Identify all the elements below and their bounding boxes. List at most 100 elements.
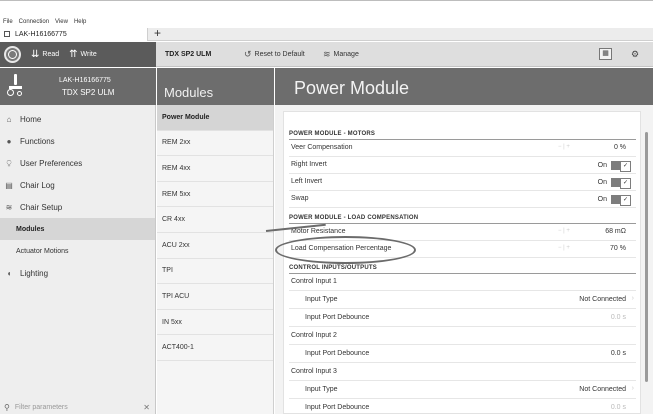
param-label: Veer Compensation <box>291 144 353 151</box>
param-value: 0.0 s <box>610 404 626 411</box>
connect-power-button[interactable] <box>4 46 21 63</box>
module-tpi[interactable]: TPI <box>157 259 273 285</box>
module-in-5xx[interactable]: IN 5xx <box>157 310 273 336</box>
param-row-ci1-debounce[interactable]: Input Port Debounce 0.0 s <box>289 310 636 327</box>
parameters-scrollbar[interactable] <box>645 132 648 382</box>
param-row-ci3-debounce[interactable]: Input Port Debounce 0.0 s <box>289 400 636 414</box>
toggle-state: On <box>597 196 607 203</box>
param-row-ci1-input-type[interactable]: Input Type Not Connected › <box>289 292 636 309</box>
sidebar-item-modules[interactable]: Modules <box>0 218 155 240</box>
param-row-right-invert[interactable]: Right Invert On <box>289 157 636 174</box>
modules-title: Modules <box>157 68 274 105</box>
menu-view[interactable]: View <box>55 17 68 27</box>
param-group-label: Control Input 3 <box>291 368 337 375</box>
device-serial: LAK-H16166775 <box>59 77 111 84</box>
module-act400-1[interactable]: ACT400-1 <box>157 335 273 361</box>
param-label: Input Port Debounce <box>305 350 370 357</box>
sidebar-item-actuator-motions[interactable]: Actuator Motions <box>0 240 155 262</box>
left-invert-toggle[interactable]: On <box>597 178 631 189</box>
wheelchair-icon <box>7 74 23 98</box>
sidebar-item-user-preferences[interactable]: ⍜ User Preferences <box>0 152 155 174</box>
stepper-minus-plus[interactable]: − | + <box>558 144 570 150</box>
device-card[interactable]: LAK-H16166775 TDX SP2 ULM <box>0 68 156 105</box>
toggle-switch[interactable] <box>611 178 631 189</box>
stepper-minus-plus[interactable]: − | + <box>558 228 570 234</box>
manage-button[interactable]: ≋ Manage <box>323 42 359 67</box>
param-label: Load Compensation Percentage <box>291 245 392 252</box>
chevron-right-icon: › <box>631 385 634 392</box>
param-group-label: Control Input 1 <box>291 278 337 285</box>
param-row-ci3-input-type[interactable]: Input Type Not Connected › <box>289 382 636 399</box>
param-row-veer-compensation[interactable]: Veer Compensation − | + 0 % <box>289 140 636 157</box>
sidebar-item-label: Functions <box>20 136 55 146</box>
sidebar-item-label: Lighting <box>20 268 49 278</box>
sidebar-nav: ⌂ Home ● Functions ⍜ User Preferences ▤ … <box>0 108 155 284</box>
sidebar-item-label: Home <box>20 114 42 124</box>
param-label: Motor Resistance <box>291 228 346 235</box>
sidebar-item-lighting[interactable]: ◖ Lighting <box>0 262 155 284</box>
read-button[interactable]: ⇊ Read <box>31 49 59 60</box>
device-model-label: TDX SP2 ULM <box>165 51 212 58</box>
param-label: Input Port Debounce <box>305 314 370 321</box>
param-value: 0.0 s <box>610 314 626 321</box>
param-value: 68 mΩ <box>605 228 626 235</box>
home-icon: ⌂ <box>6 114 12 124</box>
param-row-motor-resistance[interactable]: Motor Resistance − | + 68 mΩ <box>289 224 636 241</box>
toolbar: ⇊ Read ⇈ Write TDX SP2 ULM ↺ Reset to De… <box>0 42 653 67</box>
write-button[interactable]: ⇈ Write <box>69 49 97 60</box>
param-label: Input Type <box>305 386 338 393</box>
menu-bar: File Connection View Help <box>0 17 86 27</box>
module-rem-4xx[interactable]: REM 4xx <box>157 156 273 182</box>
settings-icon[interactable]: ⚙ <box>628 48 642 60</box>
param-group-control-input-1: Control Input 1 <box>289 274 636 291</box>
param-label: Swap <box>291 195 309 202</box>
stepper-minus-plus[interactable]: − | + <box>558 245 570 251</box>
tab-device[interactable]: LAK-H16166775 <box>0 28 148 41</box>
chair-tab-icon <box>4 31 10 37</box>
read-button-label: Read <box>42 51 60 58</box>
param-row-load-compensation-percentage[interactable]: Load Compensation Percentage − | + 70 % <box>289 241 636 258</box>
module-rem-5xx[interactable]: REM 5xx <box>157 182 273 208</box>
setup-icon: ≋ <box>5 202 13 212</box>
clear-filter-icon[interactable]: ✕ <box>143 403 150 412</box>
toggle-state: On <box>597 179 607 186</box>
parameters-area: POWER MODULE - MOTORS Veer Compensation … <box>275 105 653 414</box>
filter-parameters-input[interactable]: ⚲ Filter parameters ✕ <box>0 400 155 414</box>
param-row-ci2-debounce[interactable]: Input Port Debounce 0.0 s <box>289 346 636 363</box>
reset-icon: ↺ <box>244 49 252 59</box>
param-label: Input Type <box>305 296 338 303</box>
sidebar-item-home[interactable]: ⌂ Home <box>0 108 155 130</box>
right-invert-toggle[interactable]: On <box>597 161 631 172</box>
sidebar-item-chair-log[interactable]: ▤ Chair Log <box>0 174 155 196</box>
page-title: Power Module <box>275 68 653 105</box>
module-rem-2xx[interactable]: REM 2xx <box>157 131 273 157</box>
module-acu-2xx[interactable]: ACU 2xx <box>157 233 273 259</box>
log-icon: ▤ <box>5 180 13 190</box>
module-tpi-acu[interactable]: TPI ACU <box>157 284 273 310</box>
toggle-state: On <box>597 162 607 169</box>
sidebar-item-functions[interactable]: ● Functions <box>0 130 155 152</box>
menu-help[interactable]: Help <box>74 17 86 27</box>
tab-bar: LAK-H16166775 + <box>0 27 653 41</box>
sidebar-item-label: User Preferences <box>20 158 83 168</box>
module-power-module[interactable]: Power Module <box>157 105 273 131</box>
manage-label: Manage <box>333 51 359 58</box>
menu-connection[interactable]: Connection <box>19 17 49 27</box>
toolbar-actions: ⇊ Read ⇈ Write <box>0 42 156 67</box>
toggle-switch[interactable] <box>611 161 631 172</box>
reset-label: Reset to Default <box>254 51 305 58</box>
param-row-left-invert[interactable]: Left Invert On <box>289 174 636 191</box>
manage-icon: ≋ <box>323 49 331 59</box>
parameters-panel: POWER MODULE - MOTORS Veer Compensation … <box>283 111 641 414</box>
calendar-icon[interactable]: ▦ <box>599 48 612 60</box>
add-tab-button[interactable]: + <box>154 27 161 40</box>
modules-list: Power Module REM 2xx REM 4xx REM 5xx CR … <box>157 105 273 361</box>
toggle-switch[interactable] <box>611 195 631 206</box>
module-cr-4xx[interactable]: CR 4xx <box>157 207 273 233</box>
sidebar: LAK-H16166775 TDX SP2 ULM ⌂ Home ● Funct… <box>0 68 156 414</box>
menu-file[interactable]: File <box>3 17 13 27</box>
param-row-swap[interactable]: Swap On <box>289 191 636 208</box>
swap-toggle[interactable]: On <box>597 195 631 206</box>
reset-to-default-button[interactable]: ↺ Reset to Default <box>244 42 305 67</box>
sidebar-item-chair-setup[interactable]: ≋ Chair Setup <box>0 196 155 218</box>
